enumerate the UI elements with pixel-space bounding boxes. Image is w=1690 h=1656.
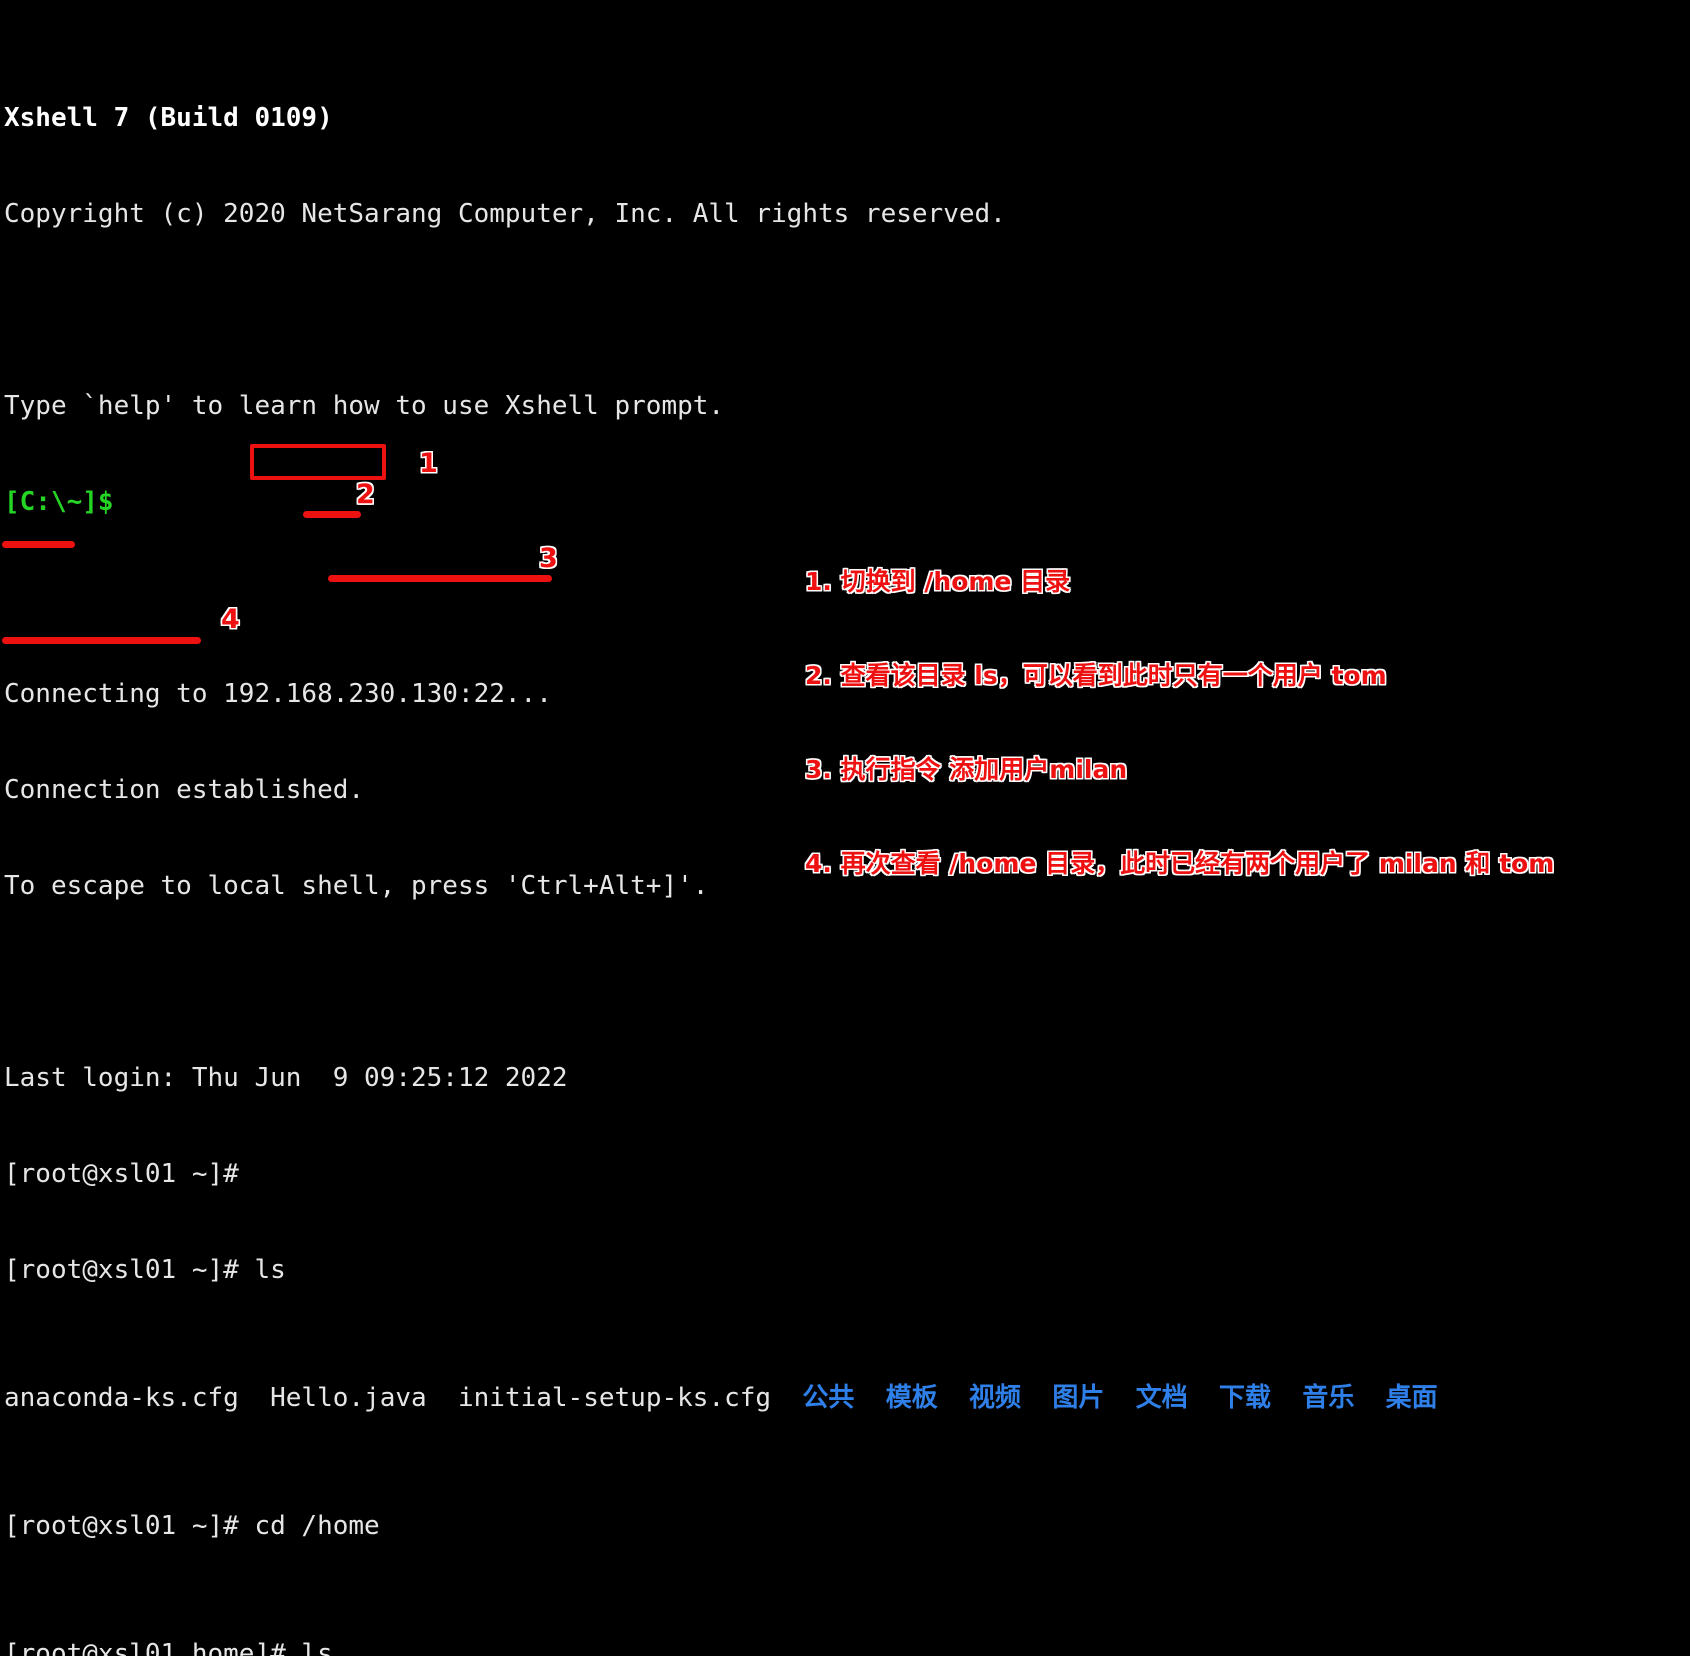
underline-output-tom [2,541,75,548]
ls-dir-gonggong: 公共 [802,1383,855,1413]
ls-gap-2 [427,1383,458,1413]
ls-file-initial-setup: initial-setup-ks.cfg [457,1383,772,1413]
ls-dir-xiazai: 下载 [1219,1383,1272,1413]
ls-gap-8 [1188,1383,1219,1413]
ls-dir-yinyue: 音乐 [1302,1383,1355,1413]
underline-useradd-milan [328,575,552,582]
ls-dir-tupian: 图片 [1052,1383,1105,1413]
command-ls-1: ls [301,1639,333,1656]
terminal-line-prompt-empty: [root@xsl01 ~]# [4,1159,239,1189]
terminal-screen[interactable]: Xshell 7 (Build 0109) Copyright (c) 2020… [0,0,1690,1656]
ls-dir-shipin: 视频 [969,1383,1022,1413]
marker-number-3: 3 [539,543,558,574]
ls-gap-10 [1354,1383,1385,1413]
marker-number-1: 1 [419,448,438,479]
ls-gap-1 [239,1383,270,1413]
ls-dir-zhuomian: 桌面 [1385,1383,1438,1413]
terminal-line-cmd-ls-home: [root@xsl01 ~]# ls [4,1255,286,1285]
shell-prompt-root-tilde: [root@xsl01 ~]# [4,1511,255,1541]
terminal-line-banner-help: Type `help' to learn how to use Xshell p… [4,391,725,421]
ls-file-hello-java: Hello.java [270,1383,427,1413]
shell-prompt-home-1: [root@xsl01 home]# [4,1639,302,1656]
terminal-line-banner-copyright: Copyright (c) 2020 NetSarang Computer, I… [4,199,1006,229]
ls-gap-5 [938,1383,969,1413]
terminal-line-local-prompt: [C:\~]$ [4,487,114,517]
ls-gap-4 [854,1383,885,1413]
ls-gap-3 [771,1383,802,1413]
terminal-line-escape-hint: To escape to local shell, press 'Ctrl+Al… [4,871,709,901]
ls-gap-6 [1021,1383,1052,1413]
terminal-line-cmd-ls-1: [root@xsl01 home]# ls [4,1638,1690,1656]
highlight-box-cd-home [250,444,386,480]
ls-dir-moban: 模板 [885,1383,938,1413]
ls-gap-7 [1104,1383,1135,1413]
command-cd-home: cd /home [254,1511,380,1541]
underline-output-milan-tom [2,637,201,644]
terminal-line-last-login: Last login: Thu Jun 9 09:25:12 2022 [4,1063,568,1093]
terminal-line-banner-title: Xshell 7 (Build 0109) [4,103,333,133]
terminal-line-blank-3 [4,966,1690,998]
terminal-line-connection-ok: Connection established. [4,775,365,805]
terminal-line-blank-1 [4,294,1690,326]
terminal-line-connecting: Connecting to 192.168.230.130:22... [4,679,552,709]
terminal-line-ls-root-output: anaconda-ks.cfg Hello.java initial-setup… [4,1382,1690,1414]
terminal-line-blank-2 [4,582,1690,614]
ls-file-anaconda: anaconda-ks.cfg [4,1383,239,1413]
ls-dir-wendang: 文档 [1135,1383,1188,1413]
ls-gap-9 [1271,1383,1302,1413]
terminal-line-cmd-cd-home: [root@xsl01 ~]# cd /home [4,1510,1690,1542]
